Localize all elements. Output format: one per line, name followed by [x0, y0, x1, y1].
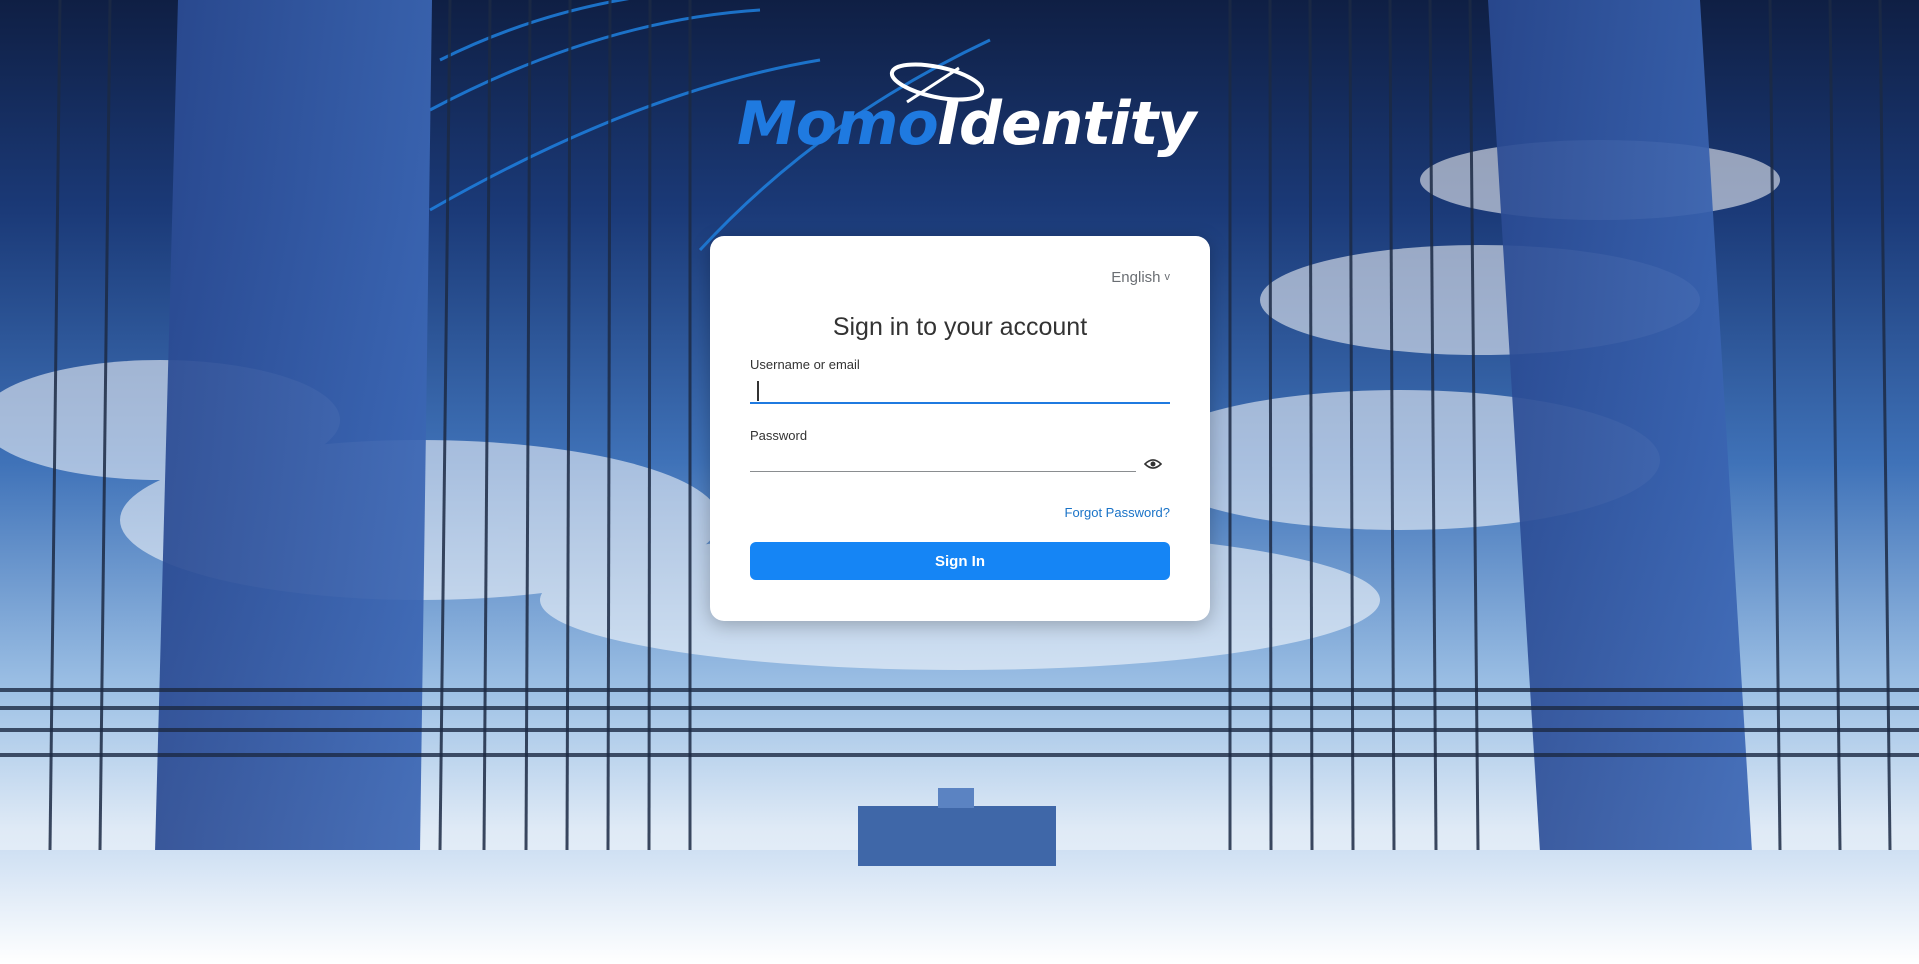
logo-momo-text: Momo [737, 89, 939, 159]
forgot-password-link[interactable]: Forgot Password? [1065, 505, 1171, 520]
sign-in-button[interactable]: Sign In [750, 542, 1170, 580]
login-card: English v Sign in to your account Usernam… [710, 236, 1210, 621]
eye-icon[interactable] [1144, 458, 1162, 470]
language-selector[interactable]: English v [1111, 269, 1170, 286]
language-label: English [1111, 269, 1161, 286]
username-input[interactable] [750, 376, 1170, 404]
username-label: Username or email [750, 357, 860, 372]
chevron-down-icon: v [1164, 271, 1171, 283]
page-title: Sign in to your account [832, 312, 1088, 341]
brand-logo: MomoIdentity [737, 58, 1196, 158]
password-input[interactable] [750, 444, 1136, 472]
logo-wordmark: MomoIdentity [737, 94, 1196, 154]
text-caret [757, 381, 759, 401]
logo-identity-text: Identity [937, 89, 1197, 159]
password-label: Password [750, 428, 808, 443]
